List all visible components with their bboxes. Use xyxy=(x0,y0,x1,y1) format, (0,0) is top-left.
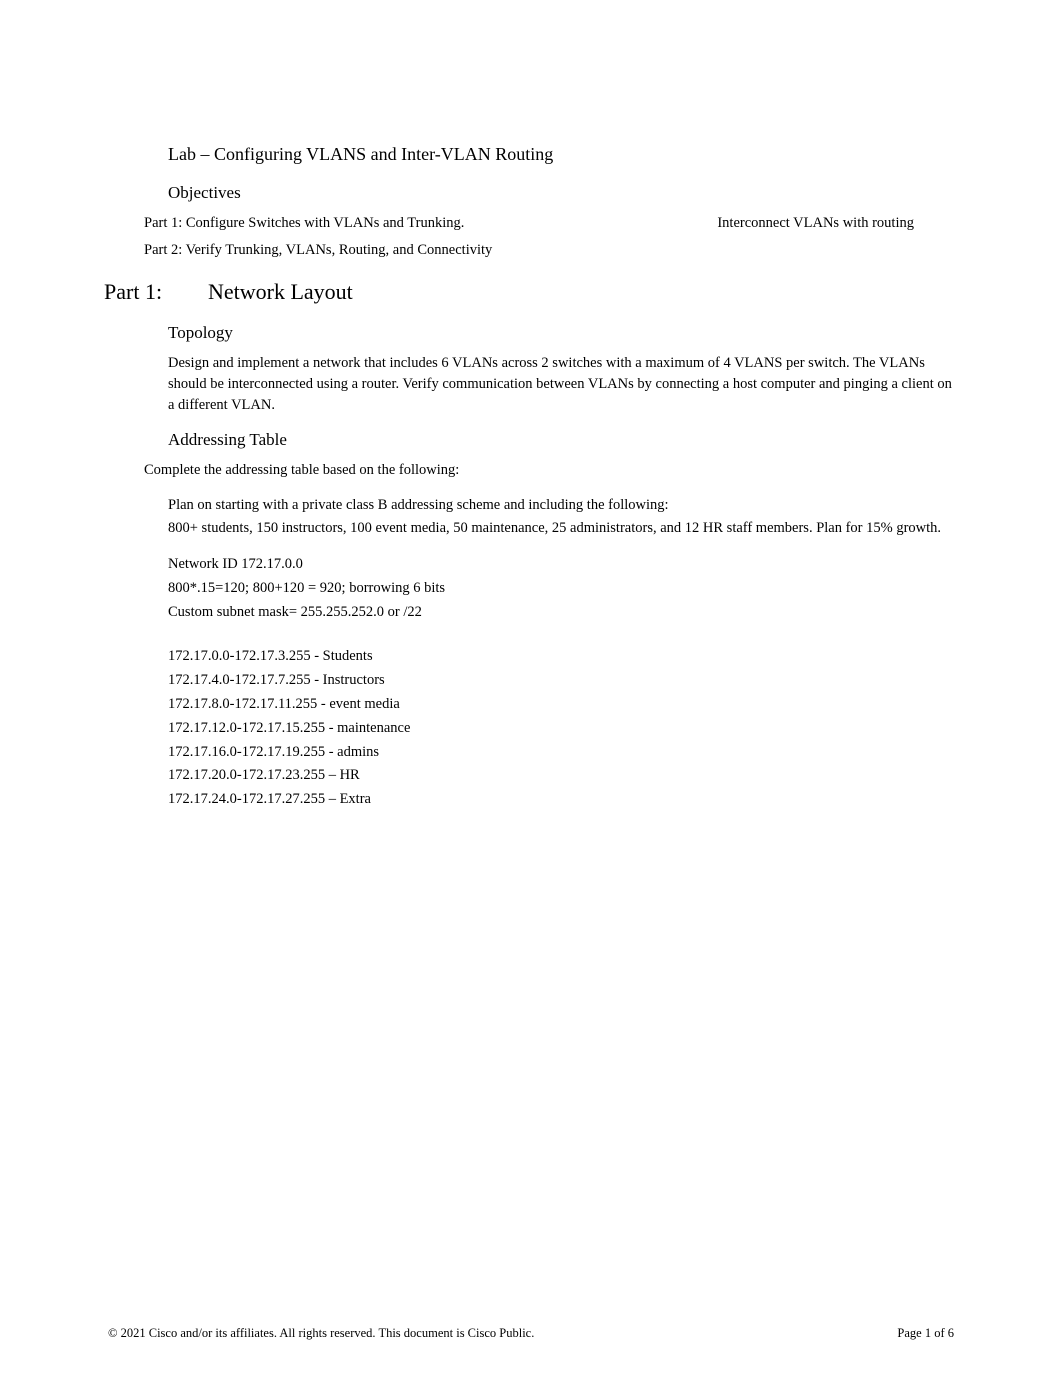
header-block: Lab – Configuring VLANS and Inter-VLAN R… xyxy=(168,144,954,203)
subnet-line: 172.17.16.0-172.17.19.255 - admins xyxy=(168,741,954,765)
objectives-heading: Objectives xyxy=(168,183,954,203)
subnet-line: 172.17.12.0-172.17.15.255 - maintenance xyxy=(168,717,954,741)
objective-part1-right: Interconnect VLANs with routing xyxy=(717,215,914,232)
calc-line: Custom subnet mask= 255.255.252.0 or /22 xyxy=(168,601,954,625)
objective-part1-left: Part 1: Configure Switches with VLANs an… xyxy=(144,215,464,232)
part-heading-row: Part 1: Network Layout xyxy=(108,279,954,305)
subnet-line: 172.17.20.0-172.17.23.255 – HR xyxy=(168,764,954,788)
document-page: Lab – Configuring VLANS and Inter-VLAN R… xyxy=(0,0,1062,872)
calc-line: Network ID 172.17.0.0 xyxy=(168,553,954,577)
footer-copyright: © 2021 Cisco and/or its affiliates. All … xyxy=(108,1326,534,1341)
topology-heading: Topology xyxy=(168,323,954,343)
part-title: Network Layout xyxy=(208,279,353,305)
subnet-line: 172.17.4.0-172.17.7.255 - Instructors xyxy=(168,669,954,693)
objective-part2: Part 2: Verify Trunking, VLANs, Routing,… xyxy=(144,242,954,259)
subnet-line: 172.17.0.0-172.17.3.255 - Students xyxy=(168,645,954,669)
footer-page-number: Page 1 of 6 xyxy=(897,1326,954,1341)
addressing-heading: Addressing Table xyxy=(168,430,954,450)
objectives-line-1: Part 1: Configure Switches with VLANs an… xyxy=(144,215,954,232)
addressing-intro: Complete the addressing table based on t… xyxy=(144,460,954,481)
addressing-body: Plan on starting with a private class B … xyxy=(168,495,954,812)
topology-section: Topology Design and implement a network … xyxy=(168,323,954,450)
addressing-members: 800+ students, 150 instructors, 100 even… xyxy=(168,518,954,539)
subnet-line: 172.17.24.0-172.17.27.255 – Extra xyxy=(168,788,954,812)
topology-text: Design and implement a network that incl… xyxy=(168,353,954,416)
part-label: Part 1: xyxy=(104,279,208,305)
calc-block: Network ID 172.17.0.0 800*.15=120; 800+1… xyxy=(168,553,954,625)
addressing-plan: Plan on starting with a private class B … xyxy=(168,495,954,516)
subnet-line: 172.17.8.0-172.17.11.255 - event media xyxy=(168,693,954,717)
subnets-block: 172.17.0.0-172.17.3.255 - Students 172.1… xyxy=(168,645,954,812)
document-title: Lab – Configuring VLANS and Inter-VLAN R… xyxy=(168,144,954,165)
page-footer: © 2021 Cisco and/or its affiliates. All … xyxy=(108,1326,954,1341)
calc-line: 800*.15=120; 800+120 = 920; borrowing 6 … xyxy=(168,577,954,601)
